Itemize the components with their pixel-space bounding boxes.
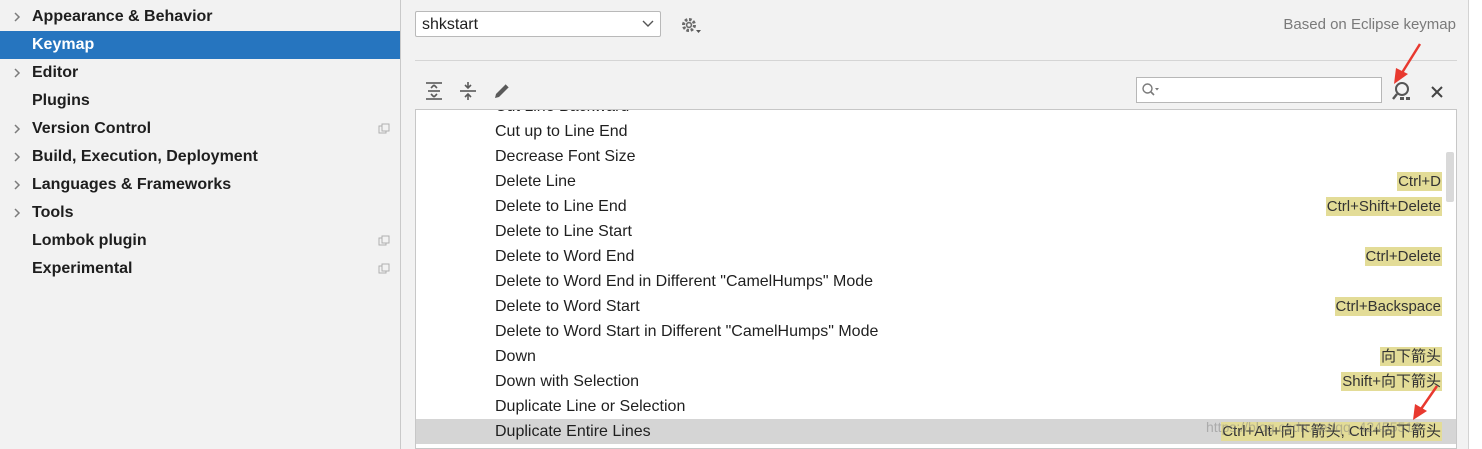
list-item[interactable]: Decrease Font Size	[416, 144, 1456, 169]
shortcut-badge: Ctrl+Delete	[1364, 247, 1442, 266]
header-separator	[415, 60, 1457, 61]
project-level-icon	[378, 263, 390, 274]
close-icon[interactable]	[1429, 84, 1445, 100]
sidebar-item-version-control[interactable]: Version Control	[0, 115, 400, 143]
keymap-select[interactable]: shkstart	[415, 11, 661, 37]
action-name: Delete to Word Start in Different "Camel…	[495, 323, 879, 340]
sidebar-item-plugins[interactable]: Plugins	[0, 87, 400, 115]
sidebar-item-tools[interactable]: Tools	[0, 199, 400, 227]
actions-list: Duplicate Entire Lines Ctrl+Alt+向下箭头, Ctr…	[415, 109, 1457, 449]
search-input[interactable]	[1136, 77, 1382, 103]
sidebar-item-label: Editor	[32, 64, 79, 81]
list-item[interactable]: Delete to Word End Ctrl+Delete	[416, 244, 1456, 269]
keymap-select-value: shkstart	[422, 16, 479, 33]
action-name: Delete to Line Start	[495, 223, 632, 240]
search-icon	[1142, 83, 1159, 96]
list-item[interactable]: Delete to Word Start Ctrl+Backspace	[416, 294, 1456, 319]
action-name: Duplicate Line or Selection	[495, 398, 686, 415]
chevron-right-icon[interactable]	[10, 150, 24, 164]
list-item[interactable]: Delete Line Ctrl+D	[416, 169, 1456, 194]
sidebar-item-label: Languages & Frameworks	[32, 176, 232, 193]
list-item[interactable]: Down with Selection Shift+向下箭头	[416, 369, 1456, 394]
annotation-arrow-shortcut	[1413, 385, 1439, 420]
action-name: Delete to Line End	[495, 198, 627, 215]
sidebar-item-label: Lombok plugin	[32, 232, 147, 249]
action-name: Delete Line	[495, 173, 576, 190]
based-on-label: Based on Eclipse keymap	[1283, 16, 1456, 33]
sidebar-item-experimental[interactable]: Experimental	[0, 255, 400, 283]
sidebar-item-label: Plugins	[32, 92, 90, 109]
watermark: https://blog.csdn.net/qq_42455516	[1206, 419, 1421, 435]
sidebar-item-appearance-behavior[interactable]: Appearance & Behavior	[0, 3, 400, 31]
action-name: Down	[495, 348, 536, 365]
list-item[interactable]: Delete to Word Start in Different "Camel…	[416, 319, 1456, 344]
action-name: Decrease Font Size	[495, 148, 636, 165]
action-name: Delete to Word End	[495, 248, 635, 265]
window-edge	[1468, 0, 1482, 449]
keymap-panel: shkstart Based on Eclipse keymap Duplica…	[401, 0, 1482, 449]
sidebar-item-label: Appearance & Behavior	[32, 8, 213, 25]
sidebar-item-label: Build, Execution, Deployment	[32, 148, 258, 165]
list-item[interactable]: Duplicate Line or Selection	[416, 394, 1456, 419]
chevron-right-icon[interactable]	[10, 66, 24, 80]
action-name: Cut Line Backward	[495, 110, 629, 116]
scrollbar-thumb[interactable]	[1446, 152, 1454, 202]
chevron-right-icon[interactable]	[10, 206, 24, 220]
edit-icon[interactable]	[491, 80, 513, 102]
action-name: Duplicate Entire Lines	[495, 423, 651, 440]
chevron-right-icon[interactable]	[10, 178, 24, 192]
sidebar-item-keymap[interactable]: Keymap	[0, 31, 400, 59]
collapse-all-icon[interactable]	[457, 80, 479, 102]
sidebar-item-languages-frameworks[interactable]: Languages & Frameworks	[0, 171, 400, 199]
shortcut-badge: Ctrl+D	[1397, 172, 1442, 191]
settings-sidebar: Appearance & Behavior Keymap Editor Plugins…	[0, 0, 400, 449]
action-name: Cut up to Line End	[495, 123, 628, 140]
project-level-icon	[378, 123, 390, 134]
action-name: Down with Selection	[495, 373, 640, 390]
annotation-arrow-search	[1394, 43, 1422, 84]
action-name: Delete to Word Start	[495, 298, 640, 315]
list-item[interactable]: Cut up to Line End	[416, 119, 1456, 144]
sidebar-item-editor[interactable]: Editor	[0, 59, 400, 87]
sidebar-item-build-execution-deployment[interactable]: Build, Execution, Deployment	[0, 143, 400, 171]
list-item[interactable]: Delete to Line End Ctrl+Shift+Delete	[416, 194, 1456, 219]
project-level-icon	[378, 235, 390, 246]
gear-icon[interactable]	[680, 15, 702, 35]
expand-all-icon[interactable]	[423, 80, 445, 102]
shortcut-badge: Ctrl+Backspace	[1334, 297, 1442, 316]
shortcut-badge: Ctrl+Shift+Delete	[1325, 197, 1442, 216]
sidebar-item-label: Keymap	[32, 36, 95, 53]
chevron-right-icon[interactable]	[10, 10, 24, 24]
chevron-down-icon	[642, 20, 654, 27]
list-item[interactable]: Down 向下箭头	[416, 344, 1456, 369]
sidebar-item-lombok-plugin[interactable]: Lombok plugin	[0, 227, 400, 255]
list-item[interactable]: Delete to Word End in Different "CamelHu…	[416, 269, 1456, 294]
chevron-right-icon[interactable]	[10, 122, 24, 136]
sidebar-item-label: Experimental	[32, 260, 133, 277]
sidebar-item-label: Version Control	[32, 120, 152, 137]
sidebar-item-label: Tools	[32, 204, 74, 221]
shortcut-badge: 向下箭头	[1379, 347, 1442, 366]
list-item[interactable]: Delete to Line Start	[416, 219, 1456, 244]
action-name: Delete to Word End in Different "CamelHu…	[495, 273, 874, 290]
list-item[interactable]: Cut Line Backward	[416, 110, 1456, 119]
